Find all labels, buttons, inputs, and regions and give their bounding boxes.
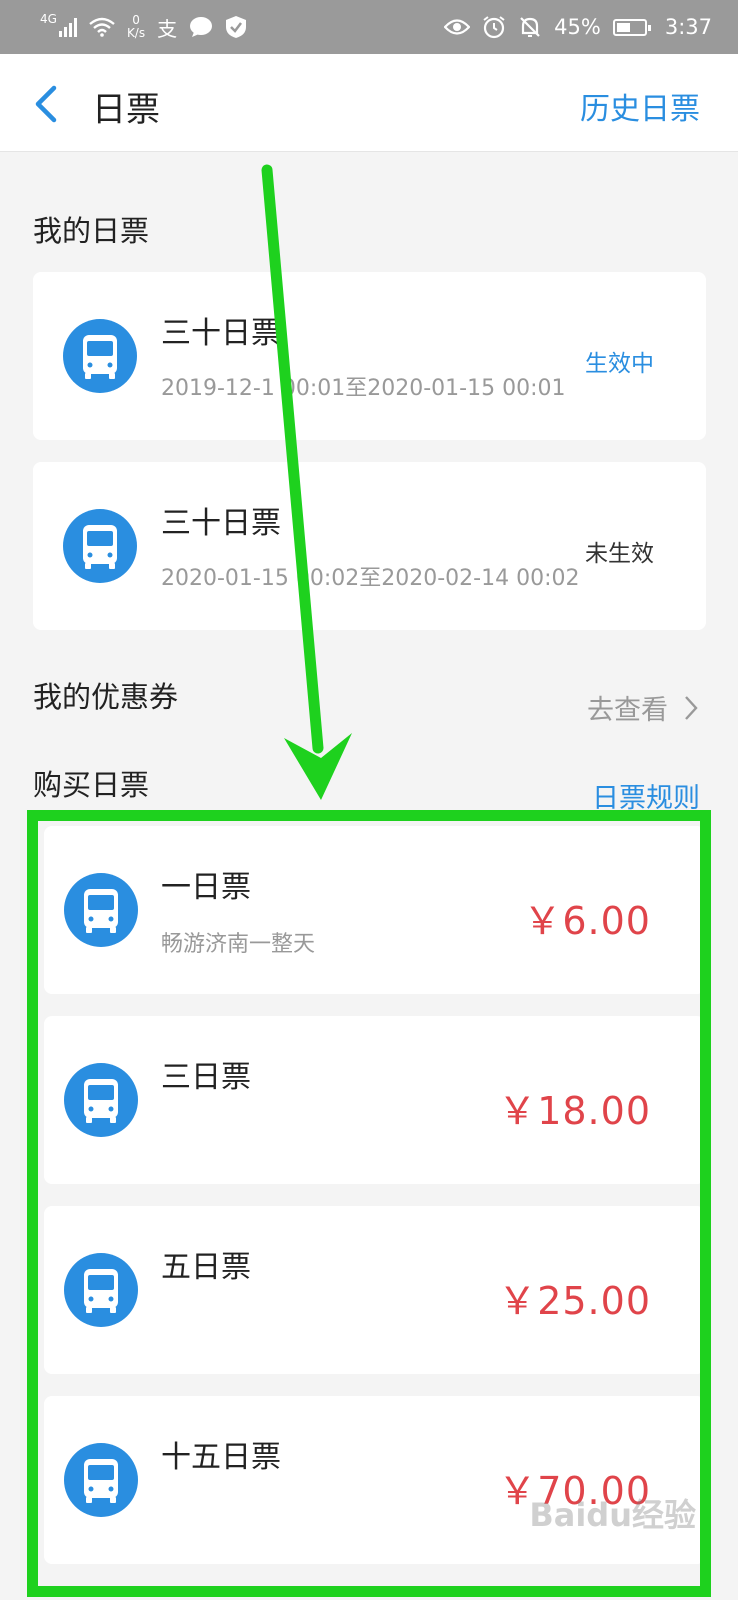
ticket-price: ￥25.00 — [498, 1279, 651, 1323]
clock-time: 3:37 — [664, 15, 712, 39]
bus-icon — [64, 1253, 138, 1327]
page-title: 日票 — [92, 90, 160, 130]
bus-icon — [63, 509, 137, 583]
bus-icon — [64, 1063, 138, 1137]
ticket-rules-link[interactable]: 日票规则 — [592, 776, 700, 815]
ticket-name: 三十日票 — [161, 316, 281, 351]
ticket-valid-dates: 2020-01-15 00:02至2020-02-14 00:02 — [161, 566, 580, 591]
bell-off-icon — [520, 17, 540, 37]
network-speed: 0 K/s — [127, 14, 145, 40]
ticket-name: 一日票 — [161, 870, 251, 905]
status-bar: 4G 0 K/s 支 45% 3:37 — [0, 0, 738, 54]
ticket-name: 十五日票 — [161, 1440, 281, 1475]
ticket-name: 三十日票 — [161, 506, 281, 541]
network-type: 4G — [40, 12, 57, 26]
watermark: Baidu经验 — [529, 1496, 696, 1534]
eye-icon — [444, 19, 471, 35]
ticket-valid-dates: 2019-12-1 00:01至2020-01-15 00:01 — [161, 376, 566, 401]
buy-ticket-card[interactable]: 十五日票 ￥70.00 — [44, 1396, 705, 1564]
buy-ticket-card[interactable]: 三日票 ￥18.00 — [44, 1016, 705, 1184]
chevron-right-icon — [685, 695, 698, 720]
network-speed-unit: K/s — [126, 26, 146, 40]
buy-ticket-card[interactable]: 一日票 畅游济南一整天 ￥6.00 — [44, 826, 705, 994]
alarm-icon — [483, 16, 505, 39]
my-tickets-title: 我的日票 — [33, 214, 150, 248]
ticket-price: ￥18.00 — [498, 1089, 651, 1133]
chat-icon — [190, 17, 213, 37]
my-ticket-card[interactable]: 三十日票 2019-12-1 00:01至2020-01-15 00:01 生效… — [33, 272, 706, 440]
buy-ticket-card[interactable]: 五日票 ￥25.00 — [44, 1206, 705, 1374]
shield-icon — [226, 16, 247, 38]
alipay-icon: 支 — [157, 16, 178, 41]
status-bar-right: 45% 3:37 — [444, 15, 712, 39]
ticket-name: 五日票 — [161, 1250, 251, 1285]
ticket-price: ￥6.00 — [523, 899, 651, 943]
wifi-icon — [89, 17, 115, 37]
view-coupons-link[interactable]: 去查看 — [587, 688, 698, 727]
nav-header: 日票 历史日票 — [0, 54, 738, 152]
signal-icon — [58, 17, 77, 37]
battery-icon — [612, 18, 651, 36]
ticket-status: 生效中 — [585, 351, 654, 377]
back-arrow-icon[interactable] — [30, 84, 64, 124]
battery-percent: 45% — [554, 15, 601, 39]
my-coupons-title: 我的优惠券 — [33, 680, 179, 714]
my-ticket-card[interactable]: 三十日票 2020-01-15 00:02至2020-02-14 00:02 未… — [33, 462, 706, 630]
ticket-subtitle: 畅游济南一整天 — [161, 932, 316, 957]
bus-icon — [64, 1443, 138, 1517]
bus-icon — [64, 873, 138, 947]
bus-icon — [63, 319, 137, 393]
status-bar-left: 4G 0 K/s 支 — [40, 12, 247, 42]
history-tickets-link[interactable]: 历史日票 — [580, 84, 700, 128]
view-coupons-label: 去查看 — [587, 695, 668, 726]
ticket-status: 未生效 — [585, 541, 654, 567]
ticket-name: 三日票 — [161, 1060, 251, 1095]
buy-tickets-title: 购买日票 — [33, 768, 150, 802]
